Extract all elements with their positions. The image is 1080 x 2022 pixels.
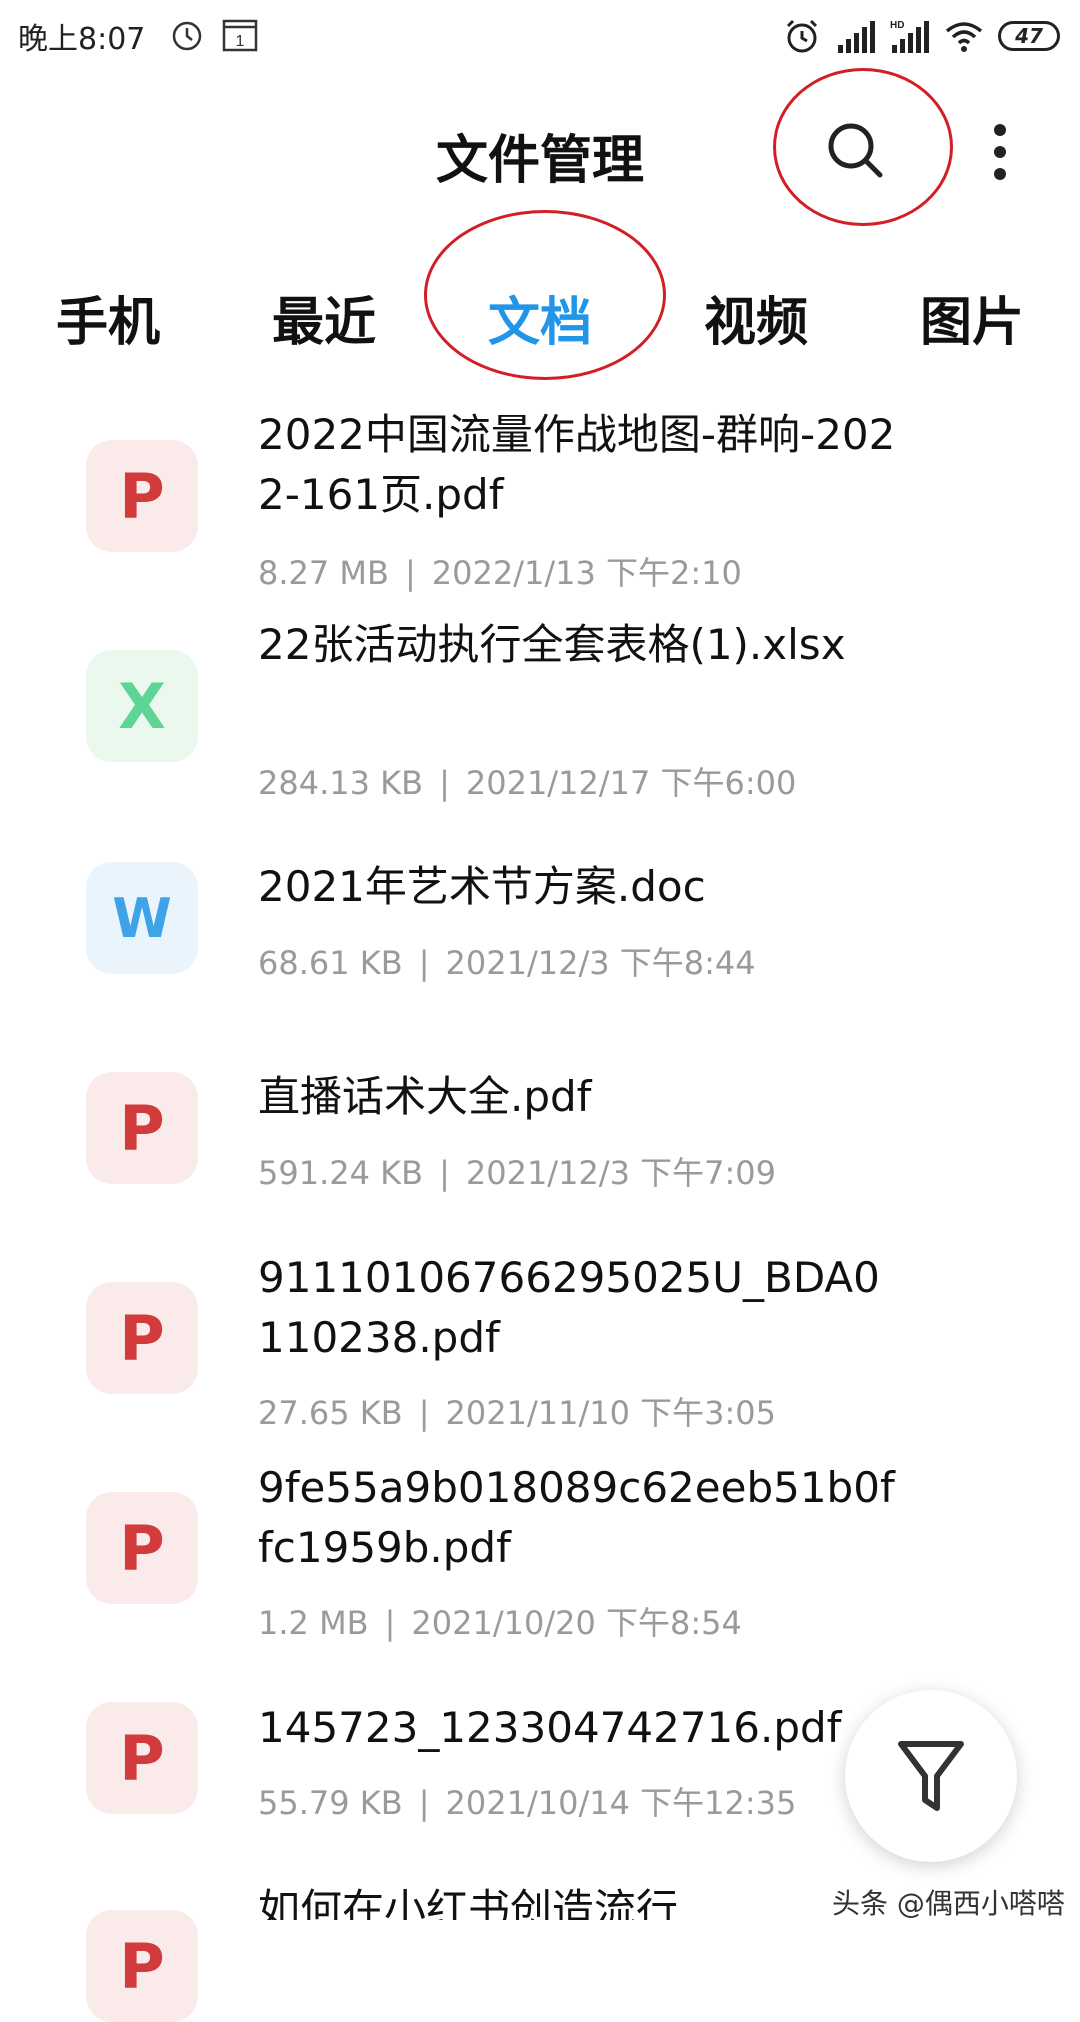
file-meta: 284.13 KB | 2021/12/17 下午6:00 (258, 758, 796, 804)
meta-separator: | (439, 1154, 450, 1192)
svg-text:1: 1 (236, 33, 245, 50)
file-date: 2021/10/20 下午8:54 (411, 1604, 742, 1642)
file-date: 2021/12/3 下午8:44 (445, 944, 756, 982)
tab-recent[interactable]: 最近 (234, 280, 414, 355)
file-size: 591.24 KB (258, 1154, 424, 1192)
file-date: 2021/11/10 下午3:05 (445, 1394, 776, 1432)
calendar-icon: 1 (222, 19, 258, 52)
pdf-file-icon: P (86, 1910, 198, 2022)
file-name: 91110106766295025U_BDA0110238.pdf (258, 1253, 880, 1362)
file-name: 直播话术大全.pdf (258, 1072, 592, 1121)
pdf-file-icon: P (86, 1702, 198, 1814)
file-date: 2021/10/14 下午12:35 (445, 1784, 797, 1822)
file-name: 22张活动执行全套表格(1).xlsx (258, 620, 846, 669)
status-right-icons: HD 47 (782, 14, 1060, 58)
file-size: 68.61 KB (258, 944, 403, 982)
file-meta: 55.79 KB | 2021/10/14 下午12:35 (258, 1778, 796, 1824)
alarm-clock-icon (786, 19, 818, 53)
filter-icon (898, 1741, 964, 1811)
signal-icon (838, 21, 875, 53)
pdf-file-icon: P (86, 1492, 198, 1604)
more-vertical-icon[interactable] (988, 122, 1012, 182)
file-name: 2021年艺术节方案.doc (258, 862, 706, 911)
word-file-icon: W (86, 862, 198, 974)
file-size: 1.2 MB (258, 1604, 369, 1642)
file-meta: 27.65 KB | 2021/11/10 下午3:05 (258, 1388, 776, 1434)
file-meta: 68.61 KB | 2021/12/3 下午8:44 (258, 938, 756, 984)
file-name: 如何在小红书创造流行 (258, 1885, 679, 1920)
page-title: 文件管理 (435, 131, 644, 191)
filter-button[interactable] (845, 1690, 1017, 1862)
status-bar: 晚上8:07 1 HD 47 (0, 0, 1080, 70)
file-name: 2022中国流量作战地图-群响-2022-161页.pdf (258, 410, 896, 519)
battery-level: 47 (1015, 24, 1043, 48)
pdf-file-icon: P (86, 1072, 198, 1184)
tab-images[interactable]: 图片 (882, 280, 1062, 355)
pdf-file-icon: P (86, 1282, 198, 1394)
watermark: 头条 @偶西小嗒嗒 (832, 1887, 1065, 1920)
status-time: 晚上8:07 (18, 22, 146, 57)
file-name: 9fe55a9b018089c62eeb51b0ffc1959b.pdf (258, 1463, 895, 1572)
file-meta: 591.24 KB | 2021/12/3 下午7:09 (258, 1148, 776, 1194)
meta-separator: | (418, 1784, 430, 1822)
svg-text:HD: HD (890, 20, 904, 31)
meta-separator: | (404, 554, 416, 592)
meta-separator: | (418, 1394, 430, 1432)
tab-documents[interactable]: 文档 (450, 280, 630, 355)
file-size: 27.65 KB (258, 1394, 403, 1432)
tab-phone[interactable]: 手机 (18, 280, 198, 355)
file-meta: 8.27 MB | 2022/1/13 下午2:10 (258, 548, 742, 594)
meta-separator: | (439, 764, 450, 802)
hd-signal-icon: HD (890, 20, 929, 53)
file-name: 145723_123304742716.pdf (258, 1703, 842, 1752)
excel-file-icon: X (86, 650, 198, 762)
category-tabs: 手机 最近 文档 视频 图片 (0, 280, 1080, 353)
meta-separator: | (384, 1604, 396, 1642)
file-date: 2021/12/17 下午6:00 (465, 764, 797, 802)
wifi-icon (945, 22, 983, 52)
tab-video[interactable]: 视频 (666, 280, 846, 355)
alarm-icon (172, 21, 202, 51)
file-size: 55.79 KB (258, 1784, 403, 1822)
file-meta: 1.2 MB | 2021/10/20 下午8:54 (258, 1598, 742, 1644)
meta-separator: | (418, 944, 430, 982)
battery-icon: 47 (998, 21, 1060, 51)
file-size: 284.13 KB (258, 764, 424, 802)
search-icon[interactable] (820, 115, 890, 185)
file-date: 2022/1/13 下午2:10 (431, 554, 742, 592)
file-date: 2021/12/3 下午7:09 (465, 1154, 776, 1192)
file-size: 8.27 MB (258, 554, 389, 592)
pdf-file-icon: P (86, 440, 198, 552)
